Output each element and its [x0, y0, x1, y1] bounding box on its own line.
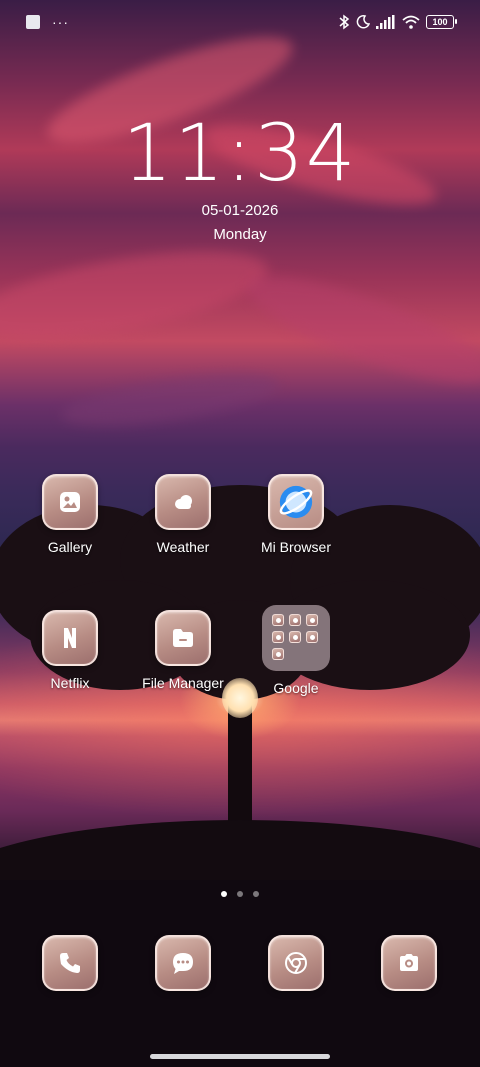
status-bar: ··· 100: [0, 0, 480, 44]
home-gesture-bar[interactable]: [150, 1054, 330, 1059]
page-dot: [253, 891, 259, 897]
cloud-icon: [155, 474, 211, 530]
more-dots-icon: ···: [52, 14, 69, 30]
mini-app-icon: [289, 631, 301, 643]
clock-date: 05-01-2026: [201, 202, 279, 219]
mini-app-icon: [289, 614, 301, 626]
page-dot: [221, 891, 227, 897]
clock-weekday: Monday: [213, 226, 267, 243]
mini-app-icon: [272, 614, 284, 626]
app-file-manager[interactable]: File Manager: [128, 610, 238, 691]
clock-time[interactable]: 11:34: [0, 115, 480, 193]
page-dot: [237, 891, 243, 897]
dock-chrome[interactable]: [268, 935, 324, 991]
wifi-icon: [402, 15, 420, 29]
browser-planet-icon: [268, 474, 324, 530]
dock-phone[interactable]: [42, 935, 98, 991]
app-gallery[interactable]: Gallery: [15, 474, 125, 555]
app-label: Netflix: [50, 675, 90, 691]
mini-app-icon: [306, 631, 318, 643]
app-label: Mi Browser: [260, 539, 331, 555]
signal-icon: [376, 15, 395, 29]
chrome-icon: [268, 935, 324, 991]
app-label: Gallery: [47, 539, 93, 555]
camera-icon: [381, 935, 437, 991]
mini-app-icon: [306, 614, 318, 626]
phone-icon: [42, 935, 98, 991]
battery-icon: 100: [426, 15, 457, 29]
mini-app-icon: [272, 631, 284, 643]
message-icon: [155, 935, 211, 991]
app-mi-browser[interactable]: Mi Browser: [241, 474, 351, 555]
gallery-icon: [42, 474, 98, 530]
moon-icon: [356, 15, 370, 29]
dock-messages[interactable]: [155, 935, 211, 991]
bluetooth-icon: [339, 14, 350, 30]
folder-grid-icon: [262, 605, 330, 671]
app-label: Google: [273, 680, 319, 696]
page-indicator[interactable]: [0, 891, 480, 897]
app-netflix[interactable]: Netflix: [15, 610, 125, 691]
screenshot-icon: [26, 15, 40, 29]
app-label: File Manager: [142, 675, 224, 691]
folder-icon: [155, 610, 211, 666]
netflix-n-icon: [42, 610, 98, 666]
app-label: Weather: [156, 539, 210, 555]
app-folder-google[interactable]: Google: [241, 605, 351, 696]
dock-camera[interactable]: [381, 935, 437, 991]
app-weather[interactable]: Weather: [128, 474, 238, 555]
mini-app-icon: [272, 648, 284, 660]
